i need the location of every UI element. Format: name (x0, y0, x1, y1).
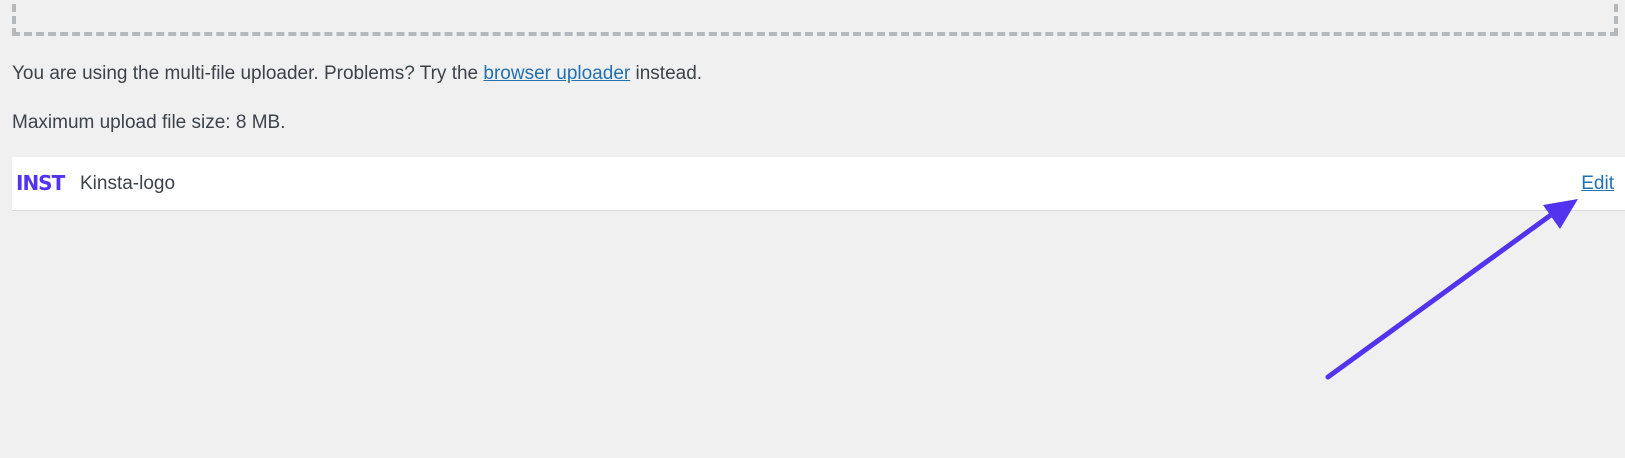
uploader-notice-suffix: instead. (630, 63, 703, 84)
thumbnail-text: INST (16, 171, 66, 195)
max-upload-size: Maximum upload file size: 8 MB. (12, 112, 286, 133)
uploader-notice-text: You are using the multi-file uploader. P… (12, 63, 484, 84)
drag-drop-upload-area[interactable] (12, 0, 1618, 36)
browser-uploader-link[interactable]: browser uploader (483, 63, 630, 84)
media-filename: Kinsta-logo (80, 173, 176, 194)
uploader-notice: You are using the multi-file uploader. P… (12, 62, 702, 86)
edit-link[interactable]: Edit (1581, 172, 1614, 196)
uploaded-media-item: INST Kinsta-logo Edit (12, 157, 1625, 211)
annotation-arrow-shaft (1325, 209, 1558, 380)
kinsta-logo-thumbnail-icon: INST (16, 171, 67, 195)
